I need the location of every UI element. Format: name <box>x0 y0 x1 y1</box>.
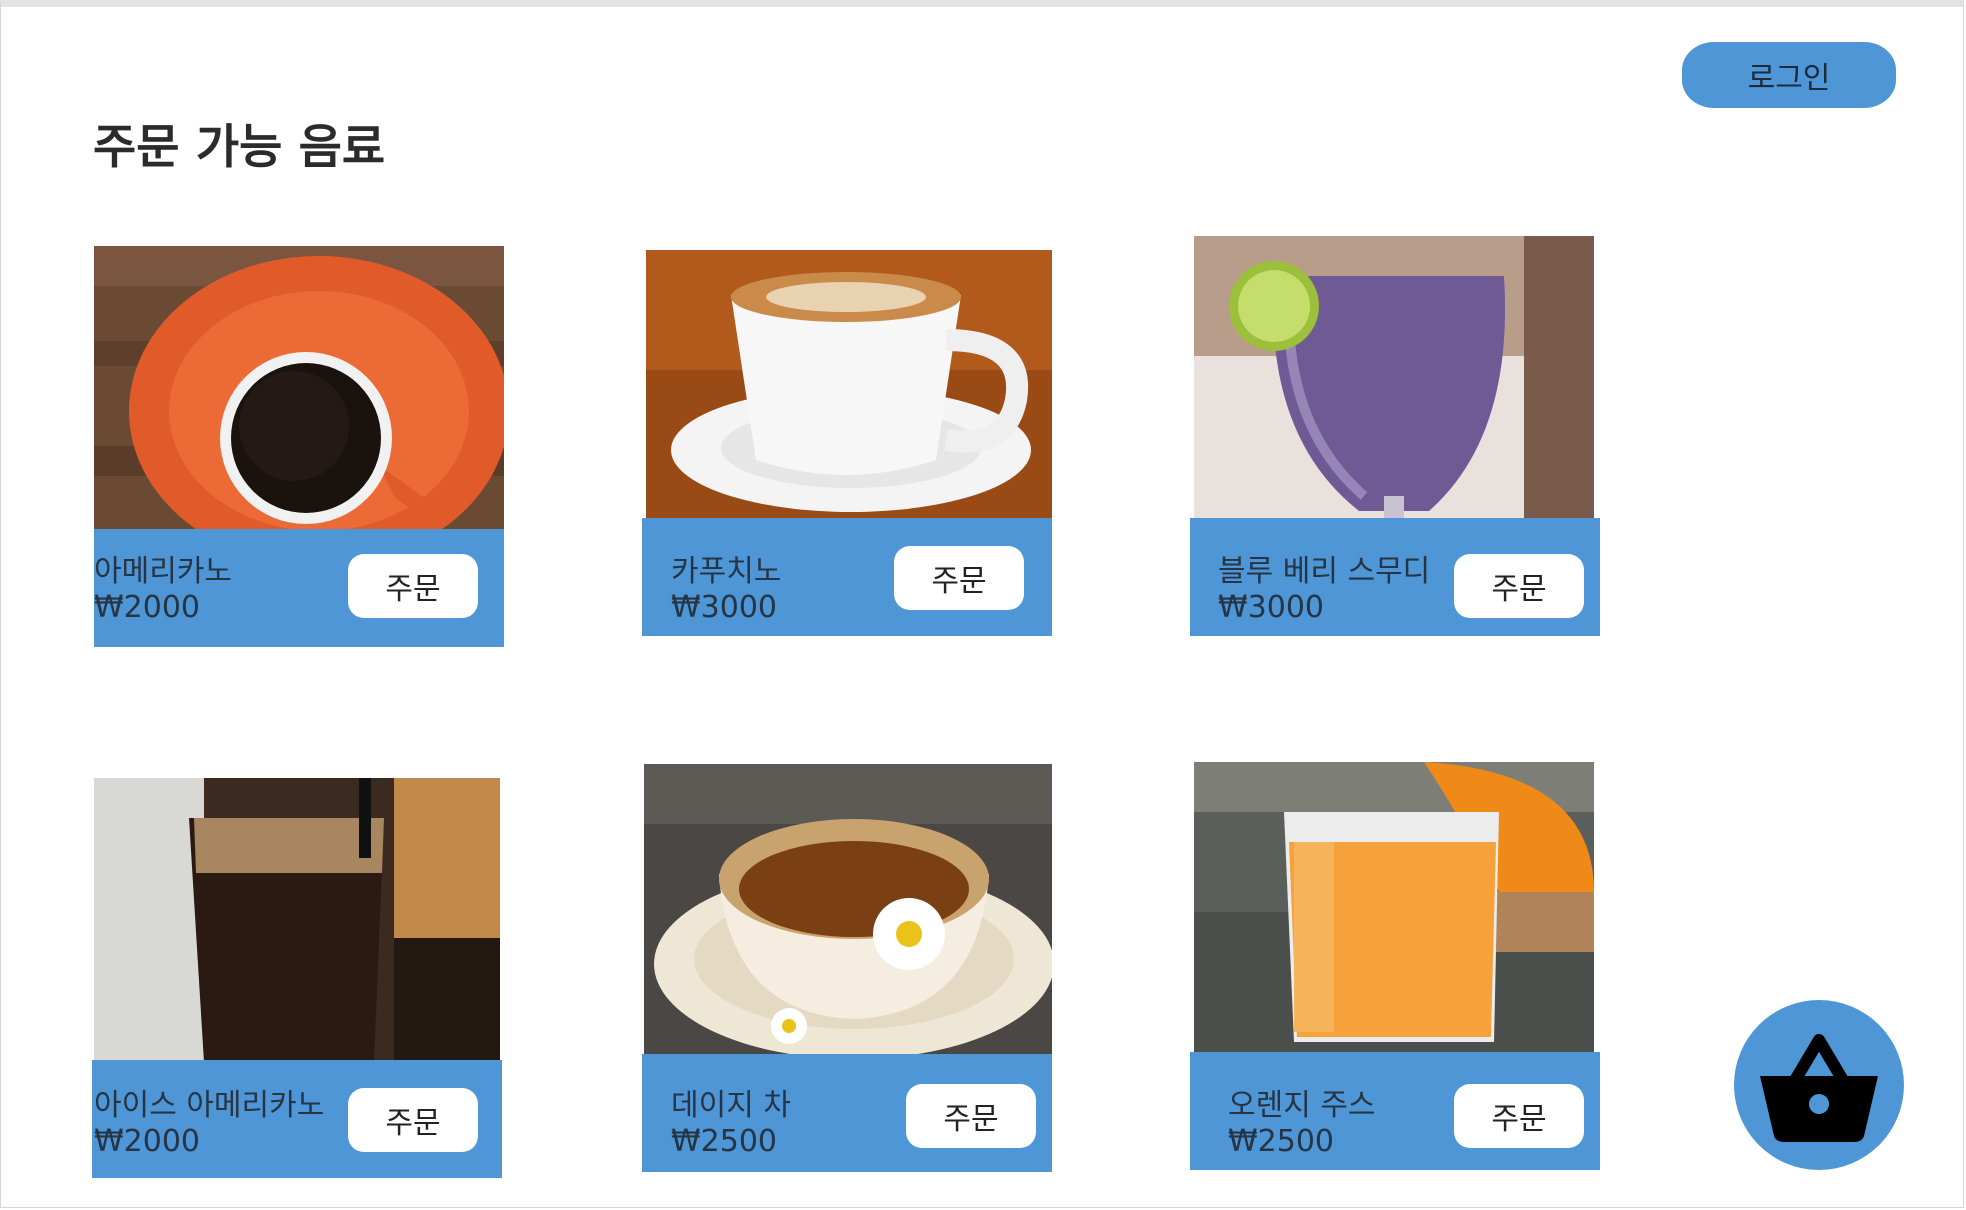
americano-image <box>94 246 504 529</box>
cart-button[interactable] <box>1734 1000 1904 1170</box>
order-button-americano[interactable]: 주문 <box>348 554 478 618</box>
drink-price: ₩3000 <box>671 590 778 625</box>
drink-name: 아이스 아메리카노 <box>94 1088 325 1123</box>
cappuccino-image <box>646 250 1052 520</box>
page-title: 주문 가능 음료 <box>93 120 386 175</box>
drink-name: 카푸치노 <box>671 554 782 589</box>
drink-name: 데이지 차 <box>671 1088 791 1123</box>
order-button-cappuccino[interactable]: 주문 <box>894 546 1024 610</box>
drink-name: 아메리카노 <box>94 554 232 589</box>
orange-juice-image <box>1194 762 1594 1052</box>
drink-price: ₩2500 <box>1228 1124 1335 1159</box>
drink-price: ₩2000 <box>94 590 201 625</box>
order-button-blueberry-smoothie[interactable]: 주문 <box>1454 554 1584 618</box>
blueberry-smoothie-image <box>1194 236 1594 520</box>
order-button-iced-americano[interactable]: 주문 <box>348 1088 478 1152</box>
order-button-daisy-tea[interactable]: 주문 <box>906 1084 1036 1148</box>
daisy-tea-image <box>644 764 1052 1056</box>
basket-icon <box>1760 1034 1878 1142</box>
drink-price: ₩2000 <box>94 1124 201 1159</box>
login-button[interactable]: 로그인 <box>1682 42 1896 108</box>
drink-name: 블루 베리 스무디 <box>1218 554 1431 589</box>
order-button-orange-juice[interactable]: 주문 <box>1454 1084 1584 1148</box>
drink-name: 오렌지 주스 <box>1228 1088 1376 1123</box>
drink-price: ₩2500 <box>671 1124 778 1159</box>
iced-americano-image <box>94 778 500 1062</box>
drink-price: ₩3000 <box>1218 590 1325 625</box>
